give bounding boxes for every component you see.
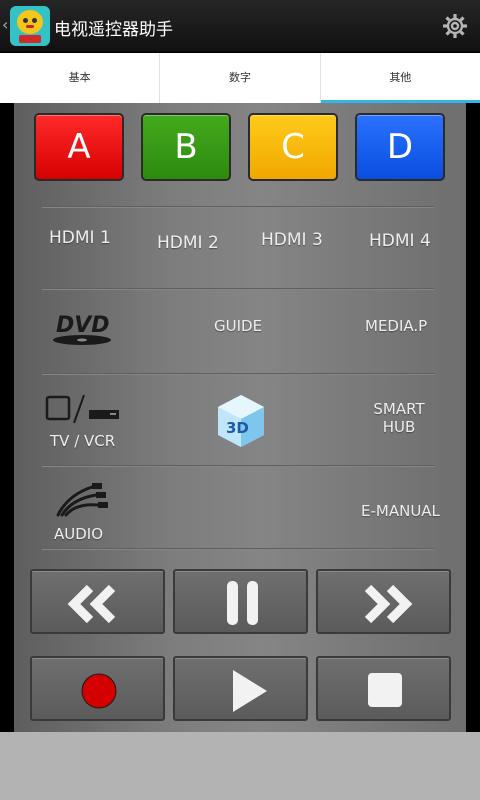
gear-icon[interactable] bbox=[442, 13, 468, 39]
pause-button[interactable] bbox=[173, 569, 308, 634]
app-title: 电视遥控器助手 bbox=[54, 20, 173, 40]
divider bbox=[42, 288, 434, 290]
color-button-a[interactable]: A bbox=[34, 113, 124, 181]
rewind-button[interactable] bbox=[30, 569, 165, 634]
hdmi-3-button[interactable]: HDMI 3 bbox=[261, 230, 323, 250]
tab-bar: 基本 数字 其他 bbox=[0, 53, 480, 103]
color-button-b[interactable]: B bbox=[141, 113, 231, 181]
hdmi-2-button[interactable]: HDMI 2 bbox=[157, 233, 219, 253]
dvd-logo-icon[interactable]: DVD bbox=[52, 310, 114, 346]
app-logo[interactable] bbox=[10, 6, 50, 46]
3d-cube-icon[interactable]: 3D bbox=[214, 393, 268, 449]
divider bbox=[42, 465, 434, 467]
smart-hub-button[interactable]: SMART HUB bbox=[366, 400, 432, 436]
tab-numbers[interactable]: 数字 bbox=[160, 53, 321, 103]
hdmi-1-button[interactable]: HDMI 1 bbox=[49, 228, 111, 248]
pause-icon bbox=[227, 581, 258, 625]
guide-button[interactable]: GUIDE bbox=[214, 317, 262, 335]
fast-forward-button[interactable] bbox=[316, 569, 451, 634]
smart-hub-line1: SMART bbox=[373, 400, 425, 418]
color-button-c[interactable]: C bbox=[248, 113, 338, 181]
play-button[interactable] bbox=[173, 656, 308, 721]
color-button-d[interactable]: D bbox=[355, 113, 445, 181]
audio-cables-icon[interactable] bbox=[54, 481, 112, 517]
e-manual-button[interactable]: E-MANUAL bbox=[361, 502, 440, 520]
fast-forward-icon bbox=[364, 584, 413, 624]
record-button[interactable] bbox=[30, 656, 165, 721]
tv-vcr-button[interactable]: TV / VCR bbox=[50, 432, 115, 450]
remote-panel: A B C D HDMI 1 HDMI 2 HDMI 3 HDMI 4 DVD … bbox=[14, 103, 466, 732]
tab-other[interactable]: 其他 bbox=[320, 53, 480, 103]
rewind-icon bbox=[67, 584, 116, 624]
stop-icon bbox=[368, 673, 402, 707]
bottom-strip bbox=[0, 732, 480, 800]
tv-vcr-icon[interactable] bbox=[44, 395, 124, 425]
tab-basic[interactable]: 基本 bbox=[0, 53, 161, 103]
play-icon bbox=[233, 670, 267, 712]
app-bar: ‹ 电视遥控器助手 bbox=[0, 0, 480, 52]
hdmi-4-button[interactable]: HDMI 4 bbox=[369, 231, 431, 251]
record-icon bbox=[81, 673, 117, 709]
3d-label: 3D bbox=[226, 419, 249, 437]
stop-button[interactable] bbox=[316, 656, 451, 721]
smart-hub-line2: HUB bbox=[382, 418, 416, 436]
media-p-button[interactable]: MEDIA.P bbox=[365, 317, 427, 335]
divider bbox=[42, 548, 434, 550]
svg-text:DVD: DVD bbox=[56, 313, 110, 338]
audio-button[interactable]: AUDIO bbox=[54, 525, 103, 543]
divider bbox=[42, 373, 434, 375]
divider bbox=[42, 206, 434, 208]
back-chevron-icon[interactable]: ‹ bbox=[2, 15, 8, 34]
